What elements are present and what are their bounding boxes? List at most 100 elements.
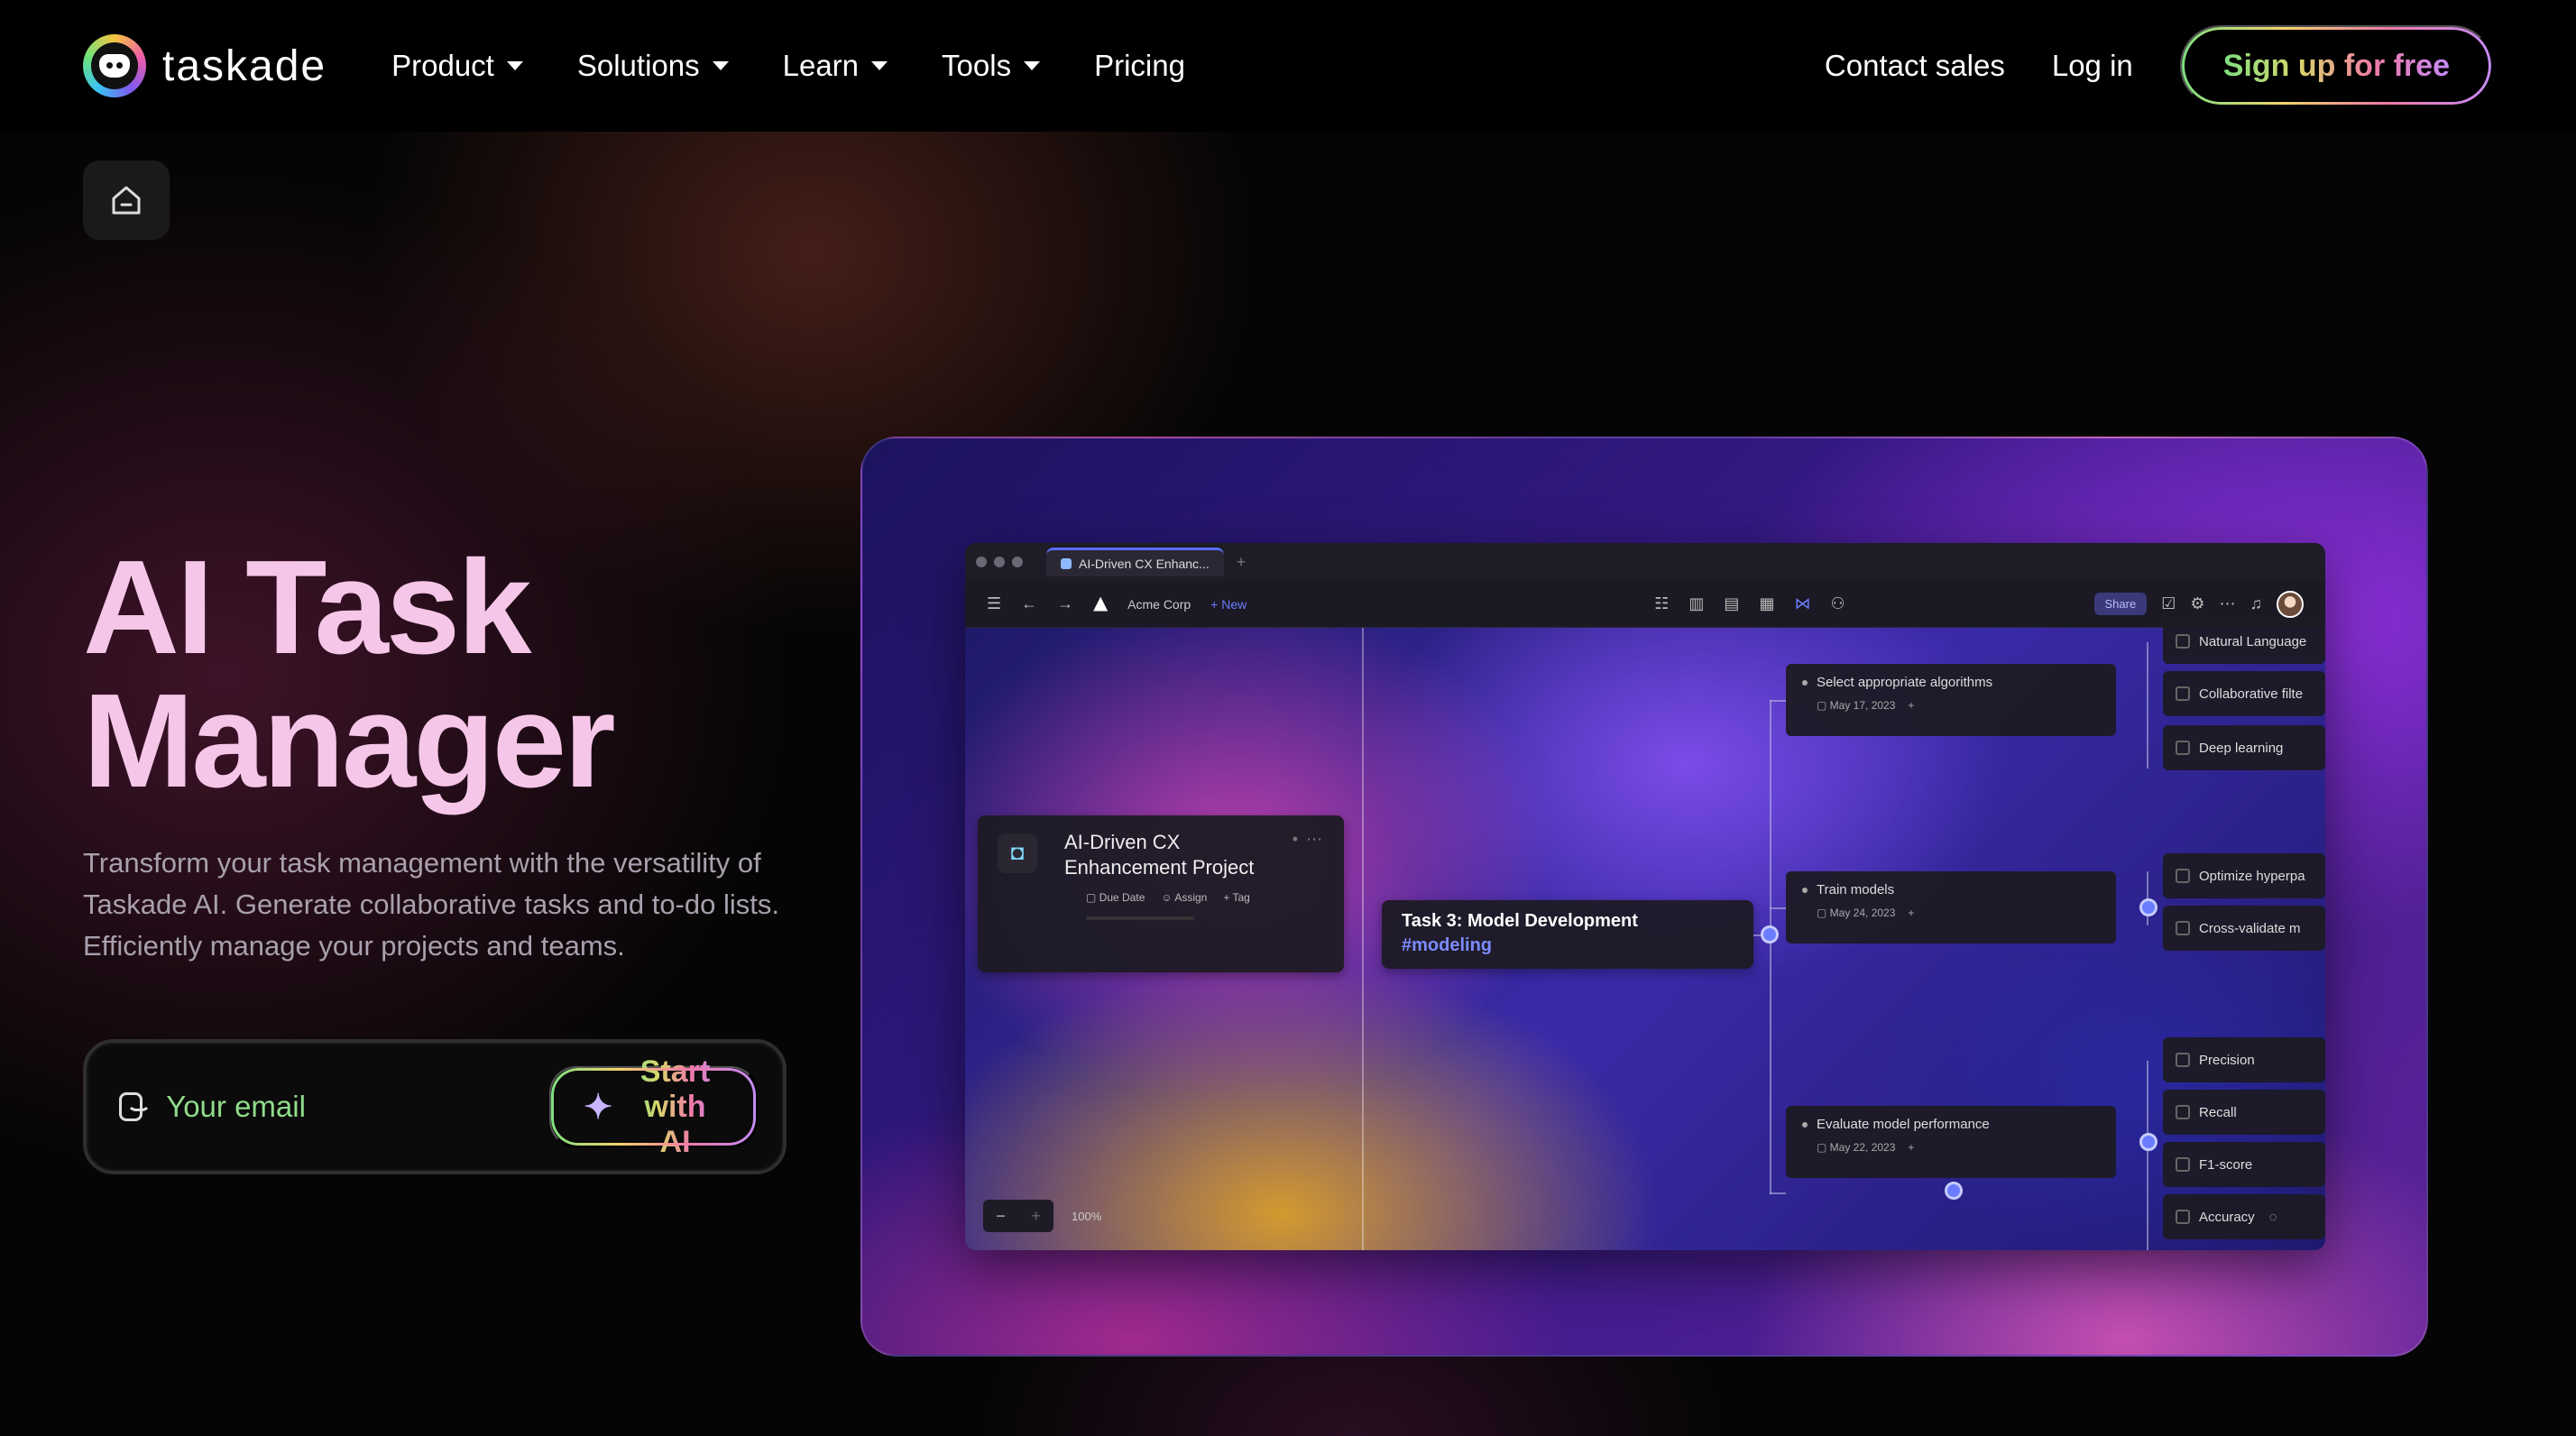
leaf-item[interactable]: Deep learning	[2163, 725, 2325, 770]
subtask-card[interactable]: Select appropriate algorithms ▢ May 17, …	[1786, 664, 2116, 736]
email-input[interactable]	[166, 1090, 550, 1124]
leaf-label: Recall	[2199, 1104, 2237, 1120]
more-icon[interactable]: ⋯	[2220, 594, 2236, 613]
bell-icon[interactable]: ♫	[2250, 594, 2263, 613]
checkbox[interactable]	[2176, 634, 2190, 649]
workspace-icon	[1093, 596, 1109, 612]
new-button[interactable]: + New	[1210, 597, 1247, 612]
toolbar-right: Share ☑ ⚙ ⋯ ♫	[2093, 590, 2304, 618]
menu-icon[interactable]: ☰	[987, 594, 1001, 613]
logo[interactable]: taskade	[83, 34, 327, 97]
plus-icon[interactable]: +	[1908, 699, 1914, 712]
leaf-item[interactable]: Accuracy ◌	[2163, 1194, 2325, 1239]
contact-sales-link[interactable]: Contact sales	[1825, 49, 2005, 83]
collapse-node-icon[interactable]	[2139, 1133, 2157, 1151]
mindmap-view-icon[interactable]: ⋈	[1794, 594, 1810, 613]
nav-learn[interactable]: Learn	[783, 49, 888, 83]
due-date-label: Due Date	[1099, 891, 1145, 904]
leaf-item[interactable]: Cross-validate m	[2163, 906, 2325, 951]
leaf-item[interactable]: Optimize hyperpa	[2163, 853, 2325, 898]
expand-node-icon[interactable]	[1945, 1182, 1963, 1200]
due-date-button[interactable]: ▢ Due Date	[1086, 891, 1145, 904]
nav-tools-label: Tools	[942, 49, 1012, 82]
plus-icon[interactable]: +	[1908, 907, 1914, 919]
connector	[1770, 907, 1786, 909]
project-card[interactable]: ◘ • ⋯ AI-Driven CX Enhancement Project ▢…	[978, 815, 1344, 972]
leaf-item[interactable]: Collaborative filte	[2163, 671, 2325, 716]
chevron-down-icon	[871, 61, 888, 70]
subtask-card[interactable]: Train models ▢ May 24, 2023 +	[1786, 871, 2116, 944]
zoom-controls: − + 100%	[983, 1200, 1101, 1232]
signup-button[interactable]: Sign up for free	[2179, 25, 2493, 106]
zoom-out-icon[interactable]: −	[996, 1207, 1006, 1226]
collapse-node-icon[interactable]	[2139, 898, 2157, 916]
checkbox[interactable]	[2176, 1105, 2190, 1119]
nav-solutions[interactable]: Solutions	[577, 49, 729, 83]
nav-product[interactable]: Product	[391, 49, 523, 83]
collapse-node-icon[interactable]	[1761, 925, 1779, 944]
login-link[interactable]: Log in	[2052, 49, 2133, 83]
nav-solutions-label: Solutions	[576, 49, 700, 82]
assign-button[interactable]: ☺ Assign	[1161, 891, 1207, 904]
app-tab[interactable]: AI-Driven CX Enhanc...	[1046, 548, 1224, 576]
check-icon[interactable]: ☑	[2161, 594, 2176, 613]
hero-title: AI Task Manager	[83, 541, 895, 808]
nav-pricing-label: Pricing	[1094, 49, 1185, 82]
checkbox[interactable]	[2176, 869, 2190, 883]
leaf-item[interactable]: Recall	[2163, 1090, 2325, 1135]
leaf-item[interactable]: F1-score	[2163, 1142, 2325, 1187]
robot-icon: ◘	[998, 833, 1037, 873]
subtask-date: May 24, 2023	[1829, 907, 1896, 919]
checkbox[interactable]	[2176, 921, 2190, 935]
mail-icon	[119, 1092, 152, 1121]
avatar[interactable]	[2277, 590, 2304, 618]
hero-title-line1: AI Task	[83, 533, 531, 682]
more-icon[interactable]: • ⋯	[1293, 830, 1324, 849]
leaf-label: Natural Language	[2199, 633, 2307, 649]
divider-line	[1362, 628, 1364, 1250]
task-card[interactable]: Task 3: Model Development #modeling	[1382, 900, 1753, 969]
start-with-ai-button[interactable]: ✦ Start with AI	[549, 1054, 758, 1159]
nav-tools[interactable]: Tools	[942, 49, 1041, 83]
settings-icon[interactable]: ⚙	[2190, 594, 2204, 613]
hero-subtitle: Transform your task management with the …	[83, 847, 779, 962]
subtask-date: May 17, 2023	[1829, 699, 1896, 712]
project-title: AI-Driven CX Enhancement Project	[1064, 831, 1255, 879]
hero-title-line2: Manager	[83, 667, 616, 815]
leaf-label: Cross-validate m	[2199, 920, 2301, 936]
leaf-item[interactable]: Natural Language	[2163, 619, 2325, 664]
plus-icon[interactable]: +	[1908, 1141, 1914, 1154]
share-button[interactable]: Share	[2093, 593, 2148, 615]
table-view-icon[interactable]: ▤	[1724, 594, 1739, 613]
list-view-icon[interactable]: ☷	[1654, 594, 1669, 613]
top-nav: taskade Product Solutions Learn Tools Pr…	[0, 0, 2576, 132]
checkbox[interactable]	[2176, 1053, 2190, 1067]
leaf-item[interactable]: Precision	[2163, 1037, 2325, 1082]
plus-icon[interactable]: +	[1237, 553, 1247, 572]
leaf-label: F1-score	[2199, 1156, 2253, 1173]
sparkle-icon: ✦	[584, 1088, 613, 1127]
checkbox[interactable]	[2176, 741, 2190, 755]
arrow-left-icon[interactable]: ←	[1021, 594, 1037, 613]
checkbox[interactable]	[2176, 1157, 2190, 1172]
calendar-view-icon[interactable]: ▦	[1759, 594, 1774, 613]
subtask-meta: ▢ May 17, 2023 +	[1817, 699, 1915, 712]
leaf-label: Optimize hyperpa	[2199, 868, 2305, 884]
zoom-buttons: − +	[983, 1200, 1053, 1232]
checkbox[interactable]	[2176, 686, 2190, 701]
board-view-icon[interactable]: ▥	[1688, 594, 1704, 613]
chevron-down-icon	[1024, 61, 1041, 70]
home-button[interactable]	[83, 161, 170, 240]
zoom-in-icon[interactable]: +	[1031, 1207, 1041, 1226]
arrow-right-icon[interactable]: →	[1057, 594, 1073, 613]
app-tab-label: AI-Driven CX Enhanc...	[1079, 556, 1210, 571]
taskade-logo-icon	[83, 34, 146, 97]
tag-button[interactable]: + Tag	[1223, 891, 1249, 904]
subtask-card[interactable]: Evaluate model performance ▢ May 22, 202…	[1786, 1106, 2116, 1178]
assign-label: Assign	[1174, 891, 1208, 904]
checkbox[interactable]	[2176, 1210, 2190, 1224]
comment-icon[interactable]: ◌	[2269, 1210, 2277, 1225]
org-chart-icon[interactable]: ⚇	[1830, 594, 1845, 613]
workspace-name[interactable]: Acme Corp	[1127, 597, 1191, 612]
nav-pricing[interactable]: Pricing	[1094, 49, 1185, 83]
